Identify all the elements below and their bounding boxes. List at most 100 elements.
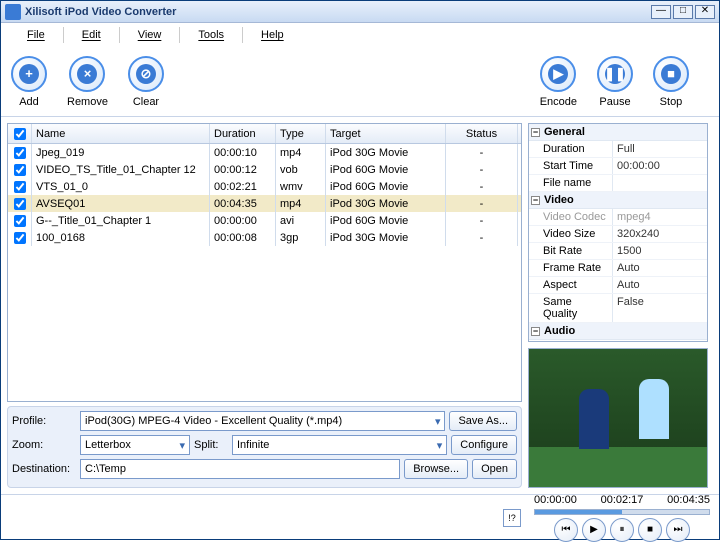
seek-bar[interactable] [534,509,710,515]
menu-view[interactable]: View [124,29,176,41]
table-header: Name Duration Type Target Status [8,124,521,144]
zoom-combo[interactable]: Letterbox [80,435,190,455]
prop-row[interactable]: File name [529,175,707,192]
prop-group-header[interactable]: −Audio [529,323,707,340]
prop-value[interactable] [613,175,707,191]
menubar: File Edit View Tools Help [1,23,719,47]
destination-input[interactable]: C:\Temp [80,459,400,479]
col-type[interactable]: Type [276,124,326,143]
prop-row[interactable]: Video Size320x240 [529,226,707,243]
cell-name: VTS_01_0 [32,178,210,195]
properties-panel[interactable]: −GeneralDurationFullStart Time00:00:00Fi… [528,123,708,342]
help-button[interactable]: !? [503,509,521,527]
menu-edit[interactable]: Edit [68,29,115,41]
split-combo[interactable]: Infinite [232,435,447,455]
cell-type: mp4 [276,144,326,161]
row-checkbox[interactable] [14,198,26,210]
cell-status: - [446,161,518,178]
prop-value[interactable]: Full [613,141,707,157]
prop-value[interactable]: Auto [613,260,707,276]
player-next-button[interactable]: ⏭ [666,518,690,542]
menu-file[interactable]: File [13,29,59,41]
table-row[interactable]: VTS_01_000:02:21wmviPod 60G Movie- [8,178,521,195]
col-status[interactable]: Status [446,124,518,143]
prop-value[interactable]: mpeg4 [613,209,707,225]
cell-duration: 00:00:10 [210,144,276,161]
footer: !? 00:00:0000:02:1700:04:35 ⏮ ▶ ⏸ ■ ⏭ [1,494,719,540]
prop-value[interactable]: 320x240 [613,226,707,242]
table-row[interactable]: AVSEQ0100:04:35mp4iPod 30G Movie- [8,195,521,212]
file-list[interactable]: Name Duration Type Target Status Jpeg_01… [7,123,522,402]
profile-combo[interactable]: iPod(30G) MPEG-4 Video - Excellent Quali… [80,411,445,431]
add-button[interactable]: +Add [11,56,47,108]
row-checkbox[interactable] [14,164,26,176]
collapse-icon[interactable]: − [531,327,540,336]
collapse-icon[interactable]: − [531,128,540,137]
col-name[interactable]: Name [32,124,210,143]
cell-duration: 00:02:21 [210,178,276,195]
row-checkbox[interactable] [14,181,26,193]
cell-name: AVSEQ01 [32,195,210,212]
plus-icon: + [19,64,39,84]
row-checkbox[interactable] [14,147,26,159]
configure-button[interactable]: Configure [451,435,517,455]
remove-button[interactable]: ×Remove [67,56,108,108]
cell-name: Jpeg_019 [32,144,210,161]
prop-key: Bit Rate [529,243,613,259]
player-stop-button[interactable]: ■ [638,518,662,542]
prop-group-header[interactable]: −Video [529,192,707,209]
prop-value[interactable]: 00:00:00 [613,158,707,174]
table-row[interactable]: G--_Title_01_Chapter 100:00:00aviiPod 60… [8,212,521,229]
prop-group-header[interactable]: −General [529,124,707,141]
stop-button[interactable]: ■Stop [653,56,689,108]
player-play-button[interactable]: ▶ [582,518,606,542]
close-button[interactable]: ✕ [695,5,715,19]
cell-status: - [446,178,518,195]
cell-duration: 00:00:12 [210,161,276,178]
pause-button[interactable]: ❚❚Pause [597,56,633,108]
menu-tools[interactable]: Tools [184,29,238,41]
prop-key: Video Codec [529,209,613,225]
prop-row[interactable]: Bit Rate1500 [529,243,707,260]
maximize-button[interactable]: □ [673,5,693,19]
prop-value[interactable]: 1500 [613,243,707,259]
col-target[interactable]: Target [326,124,446,143]
stop-icon: ■ [661,64,681,84]
player-prev-button[interactable]: ⏮ [554,518,578,542]
encode-button[interactable]: ▶Encode [540,56,577,108]
row-checkbox[interactable] [14,232,26,244]
collapse-icon[interactable]: − [531,196,540,205]
prop-value[interactable]: False [613,294,707,322]
prop-row[interactable]: AspectAuto [529,277,707,294]
app-icon [5,4,21,20]
prop-key: Start Time [529,158,613,174]
cell-target: iPod 30G Movie [326,144,446,161]
x-icon: × [77,64,97,84]
table-row[interactable]: Jpeg_01900:00:10mp4iPod 30G Movie- [8,144,521,161]
saveas-button[interactable]: Save As... [449,411,517,431]
cell-target: iPod 60G Movie [326,178,446,195]
prop-row[interactable]: Frame RateAuto [529,260,707,277]
player-pause-button[interactable]: ⏸ [610,518,634,542]
prop-value[interactable]: Auto [613,277,707,293]
table-row[interactable]: VIDEO_TS_Title_01_Chapter 1200:00:12vobi… [8,161,521,178]
cell-target: iPod 60G Movie [326,161,446,178]
open-button[interactable]: Open [472,459,517,479]
table-row[interactable]: 100_016800:00:083gpiPod 30G Movie- [8,229,521,246]
col-checkbox[interactable] [8,124,32,143]
toolbar: +Add ×Remove ⊘Clear ▶Encode ❚❚Pause ■Sto… [1,47,719,117]
cell-duration: 00:00:00 [210,212,276,229]
prop-row[interactable]: Video Codecmpeg4 [529,209,707,226]
prop-row[interactable]: Start Time00:00:00 [529,158,707,175]
col-duration[interactable]: Duration [210,124,276,143]
browse-button[interactable]: Browse... [404,459,468,479]
prop-row[interactable]: DurationFull [529,141,707,158]
menu-help[interactable]: Help [247,29,298,41]
prop-row[interactable]: Same QualityFalse [529,294,707,323]
row-checkbox[interactable] [14,215,26,227]
cell-target: iPod 30G Movie [326,195,446,212]
clear-button[interactable]: ⊘Clear [128,56,164,108]
prop-key: File name [529,175,613,191]
minimize-button[interactable]: — [651,5,671,19]
cell-type: wmv [276,178,326,195]
